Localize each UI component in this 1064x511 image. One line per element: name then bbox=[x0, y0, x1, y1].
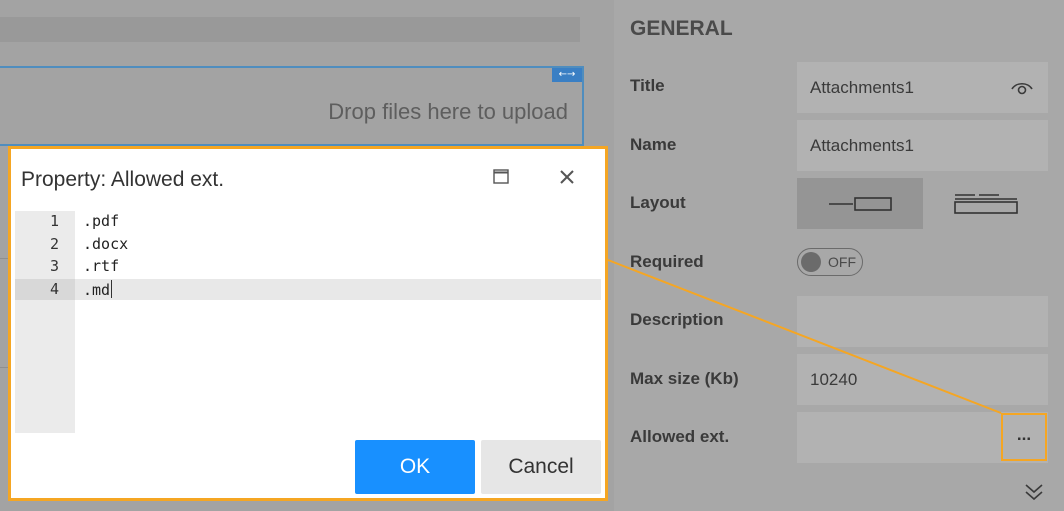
allowedext-label: Allowed ext. bbox=[630, 427, 730, 446]
cancel-button[interactable]: Cancel bbox=[481, 440, 601, 494]
double-chevron-down-icon[interactable] bbox=[1023, 482, 1045, 502]
code-line-active: .md bbox=[83, 280, 113, 299]
text-caret bbox=[111, 280, 113, 298]
property-dialog: Property: Allowed ext. 1 .pdf 2 .docx 3 … bbox=[8, 146, 608, 501]
drop-placeholder: Drop files here to upload bbox=[328, 99, 568, 124]
dialog-title: Property: Allowed ext. bbox=[21, 168, 225, 191]
ok-button[interactable]: OK bbox=[355, 440, 475, 494]
layout-stacked-button[interactable] bbox=[923, 178, 1049, 229]
layout-inline-button[interactable] bbox=[797, 178, 923, 229]
code-line: .pdf bbox=[83, 212, 120, 230]
required-label: Required bbox=[630, 252, 704, 271]
toolbar-strip bbox=[0, 17, 580, 42]
name-field[interactable]: Attachments1 bbox=[797, 120, 1048, 171]
name-value: Attachments1 bbox=[810, 136, 914, 155]
resize-handle[interactable]: ←→ bbox=[552, 68, 582, 82]
layout-label: Layout bbox=[630, 193, 686, 212]
divider bbox=[0, 258, 8, 259]
toggle-state: OFF bbox=[828, 254, 856, 270]
name-label: Name bbox=[630, 135, 677, 154]
edit-allowedext-button[interactable]: ... bbox=[1001, 413, 1047, 461]
title-field[interactable]: Attachments1 bbox=[797, 62, 1048, 113]
title-label: Title bbox=[630, 76, 665, 95]
title-value: Attachments1 bbox=[810, 78, 914, 97]
line-number: 2 bbox=[49, 235, 59, 253]
maxsize-field[interactable]: 10240 bbox=[797, 354, 1048, 405]
attachments-dropzone[interactable]: ←→ Drop files here to upload bbox=[0, 66, 584, 146]
close-icon[interactable] bbox=[558, 168, 576, 186]
description-field[interactable] bbox=[797, 296, 1048, 347]
line-number: 1 bbox=[49, 212, 59, 230]
layout-stacked-icon bbox=[954, 194, 1018, 214]
code-line-text: .md bbox=[83, 281, 111, 299]
toggle-knob bbox=[801, 252, 821, 272]
code-line: .rtf bbox=[83, 257, 120, 275]
divider bbox=[0, 367, 8, 368]
code-editor[interactable]: 1 .pdf 2 .docx 3 .rtf 4 .md bbox=[15, 211, 601, 433]
eye-icon[interactable] bbox=[1010, 79, 1034, 97]
maximize-icon[interactable] bbox=[493, 169, 509, 185]
layout-inline-icon bbox=[829, 197, 892, 211]
property-panel: GENERAL Title Attachments1 Name Attachme… bbox=[614, 0, 1064, 511]
code-line: .docx bbox=[83, 235, 129, 253]
line-number: 3 bbox=[49, 257, 59, 275]
section-heading: GENERAL bbox=[630, 17, 733, 40]
description-label: Description bbox=[630, 310, 724, 329]
line-number: 4 bbox=[49, 280, 59, 298]
maxsize-label: Max size (Kb) bbox=[630, 369, 739, 388]
maxsize-value: 10240 bbox=[810, 370, 858, 389]
required-toggle[interactable]: OFF bbox=[797, 248, 863, 276]
